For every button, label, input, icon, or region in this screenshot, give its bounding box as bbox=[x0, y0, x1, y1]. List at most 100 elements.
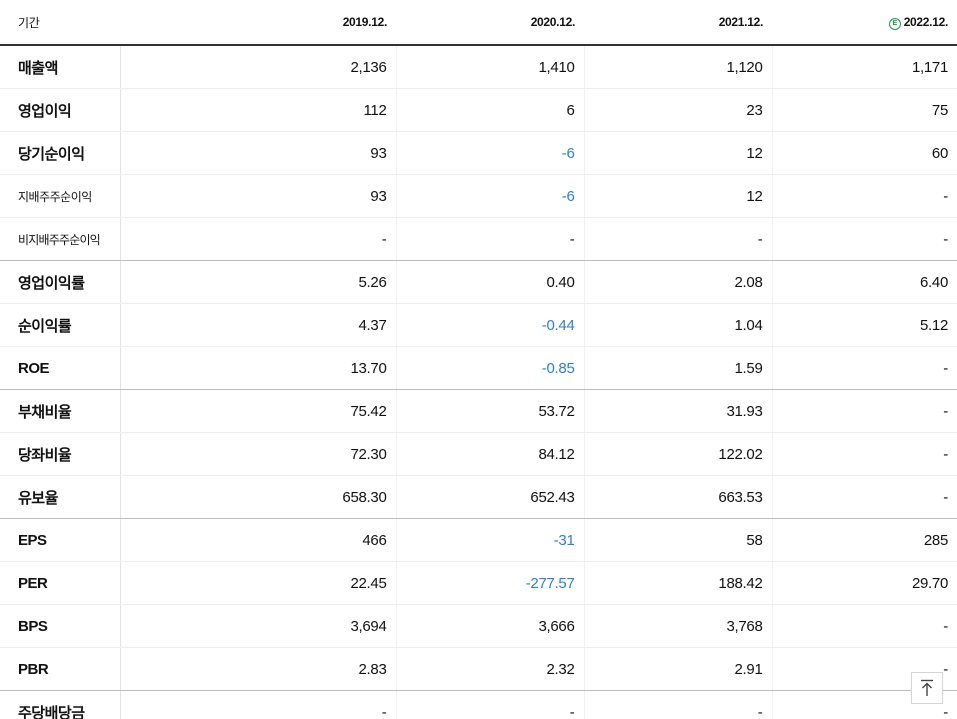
row-label: 유보율 bbox=[0, 475, 121, 519]
table-cell: 2.32 bbox=[396, 647, 585, 691]
table-cell: 2.08 bbox=[584, 260, 773, 304]
table-cell: 23 bbox=[584, 88, 773, 132]
table-row-controlling-net-income: 지배주주순이익 93 -6 12 - bbox=[0, 174, 957, 218]
table-cell: 75.42 bbox=[120, 389, 397, 433]
table-cell: 58 bbox=[584, 518, 773, 562]
table-cell: 75 bbox=[772, 88, 957, 132]
table-cell: 0.40 bbox=[396, 260, 585, 304]
row-label: 비지배주주순이익 bbox=[0, 217, 121, 261]
row-label: PER bbox=[0, 561, 121, 605]
table-cell: 285 bbox=[772, 518, 957, 562]
table-row-roe: ROE 13.70 -0.85 1.59 - bbox=[0, 346, 957, 390]
row-label: 당기순이익 bbox=[0, 131, 121, 175]
table-cell: 22.45 bbox=[120, 561, 397, 605]
table-row-operating-profit: 영업이익 112 6 23 75 bbox=[0, 88, 957, 132]
row-label: 지배주주순이익 bbox=[0, 174, 121, 218]
table-row-quick-ratio: 당좌비율 72.30 84.12 122.02 - bbox=[0, 432, 957, 476]
table-cell: -0.85 bbox=[396, 346, 585, 390]
table-cell: 93 bbox=[120, 174, 397, 218]
table-cell: 29.70 bbox=[772, 561, 957, 605]
year-header-2021: 2021.12. bbox=[584, 0, 772, 46]
table-cell: 53.72 bbox=[396, 389, 585, 433]
table-cell: 1,171 bbox=[772, 45, 957, 89]
table-cell: - bbox=[772, 217, 957, 261]
table-cell: -277.57 bbox=[396, 561, 585, 605]
table-cell: - bbox=[772, 475, 957, 519]
table-cell: 13.70 bbox=[120, 346, 397, 390]
table-cell: 663.53 bbox=[584, 475, 773, 519]
arrow-up-to-line-icon bbox=[921, 679, 933, 696]
table-row-eps: EPS 466 -31 58 285 bbox=[0, 518, 957, 562]
row-label: 부채비율 bbox=[0, 389, 121, 433]
financial-summary: 기간 2019.12. 2020.12. 2021.12. E 2022.12. … bbox=[0, 0, 957, 719]
table-cell: - bbox=[584, 690, 773, 719]
table-cell: - bbox=[772, 432, 957, 476]
table-cell: 658.30 bbox=[120, 475, 397, 519]
table-cell: 3,694 bbox=[120, 604, 397, 648]
table-cell: -6 bbox=[396, 131, 585, 175]
table-cell: - bbox=[396, 217, 585, 261]
table-row-net-margin: 순이익률 4.37 -0.44 1.04 5.12 bbox=[0, 303, 957, 347]
row-label: 영업이익 bbox=[0, 88, 121, 132]
table-cell: 1.59 bbox=[584, 346, 773, 390]
table-cell: 3,768 bbox=[584, 604, 773, 648]
table-header-row: 기간 2019.12. 2020.12. 2021.12. E 2022.12. bbox=[0, 0, 957, 46]
row-label: PBR bbox=[0, 647, 121, 691]
table-cell: 112 bbox=[120, 88, 397, 132]
table-cell: 188.42 bbox=[584, 561, 773, 605]
table-cell: 12 bbox=[584, 131, 773, 175]
table-cell: - bbox=[772, 174, 957, 218]
table-cell: - bbox=[584, 217, 773, 261]
table-cell: - bbox=[772, 604, 957, 648]
table-cell: 12 bbox=[584, 174, 773, 218]
table-cell: 2.83 bbox=[120, 647, 397, 691]
table-cell: 72.30 bbox=[120, 432, 397, 476]
financial-table: 기간 2019.12. 2020.12. 2021.12. E 2022.12. … bbox=[0, 0, 957, 719]
table-row-bps: BPS 3,694 3,666 3,768 - bbox=[0, 604, 957, 648]
row-label: BPS bbox=[0, 604, 121, 648]
table-cell: - bbox=[120, 217, 397, 261]
table-cell: -31 bbox=[396, 518, 585, 562]
table-cell: - bbox=[396, 690, 585, 719]
table-row-debt-ratio: 부채비율 75.42 53.72 31.93 - bbox=[0, 389, 957, 433]
row-label: 매출액 bbox=[0, 45, 121, 89]
table-cell: 60 bbox=[772, 131, 957, 175]
table-cell: 6 bbox=[396, 88, 585, 132]
table-cell: 122.02 bbox=[584, 432, 773, 476]
scroll-to-top-button[interactable] bbox=[911, 672, 943, 704]
period-header: 기간 bbox=[0, 0, 120, 46]
table-cell: - bbox=[120, 690, 397, 719]
table-cell: - bbox=[772, 389, 957, 433]
table-cell: 31.93 bbox=[584, 389, 773, 433]
row-label: 영업이익률 bbox=[0, 260, 121, 304]
table-cell: 4.37 bbox=[120, 303, 397, 347]
year-header-2019: 2019.12. bbox=[120, 0, 396, 46]
table-row-net-income: 당기순이익 93 -6 12 60 bbox=[0, 131, 957, 175]
table-cell: - bbox=[772, 346, 957, 390]
table-cell: 652.43 bbox=[396, 475, 585, 519]
table-cell: 1,120 bbox=[584, 45, 773, 89]
table-cell: 466 bbox=[120, 518, 397, 562]
year-header-2022-estimate: E 2022.12. bbox=[772, 0, 957, 46]
table-cell: 2.91 bbox=[584, 647, 773, 691]
table-row-revenue: 매출액 2,136 1,410 1,120 1,171 bbox=[0, 45, 957, 89]
table-row-noncontrolling-net-income: 비지배주주순이익 - - - - bbox=[0, 217, 957, 261]
row-label: ROE bbox=[0, 346, 121, 390]
table-cell: 5.12 bbox=[772, 303, 957, 347]
table-cell: -6 bbox=[396, 174, 585, 218]
table-cell: -0.44 bbox=[396, 303, 585, 347]
estimate-icon: E bbox=[888, 17, 901, 30]
row-label: 순이익률 bbox=[0, 303, 121, 347]
row-label: 당좌비율 bbox=[0, 432, 121, 476]
row-label: 주당배당금 bbox=[0, 690, 121, 719]
table-cell: 1.04 bbox=[584, 303, 773, 347]
table-row-operating-margin: 영업이익률 5.26 0.40 2.08 6.40 bbox=[0, 260, 957, 304]
table-cell: 1,410 bbox=[396, 45, 585, 89]
table-cell: 84.12 bbox=[396, 432, 585, 476]
table-row-pbr: PBR 2.83 2.32 2.91 - bbox=[0, 647, 957, 691]
year-header-2020: 2020.12. bbox=[396, 0, 584, 46]
table-row-reserve-ratio: 유보율 658.30 652.43 663.53 - bbox=[0, 475, 957, 519]
table-cell: 93 bbox=[120, 131, 397, 175]
table-row-per: PER 22.45 -277.57 188.42 29.70 bbox=[0, 561, 957, 605]
table-row-dividend-per-share: 주당배당금 - - - - bbox=[0, 690, 957, 719]
